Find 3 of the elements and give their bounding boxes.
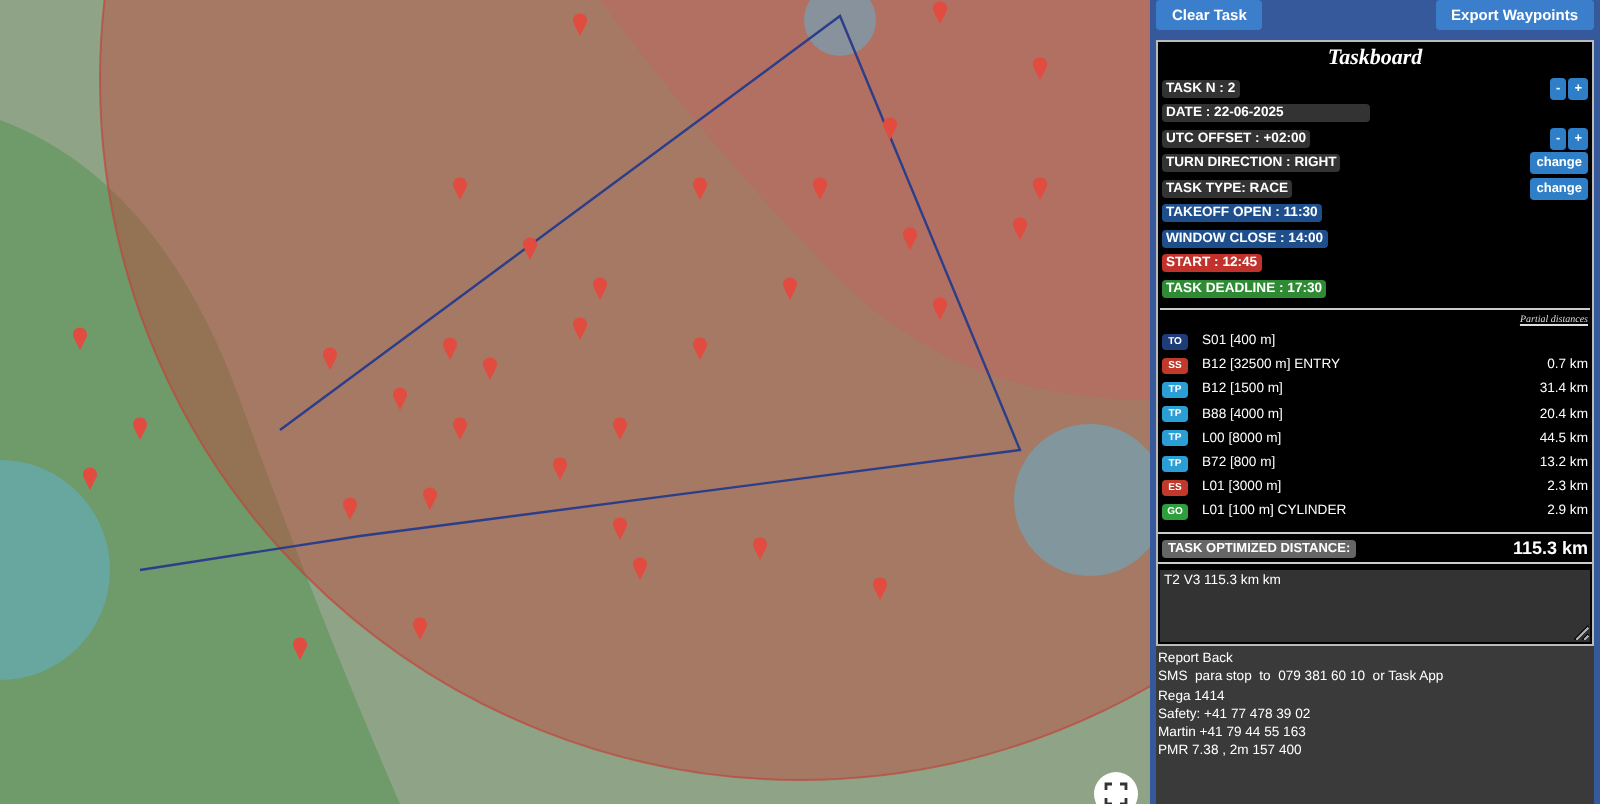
fullscreen-icon bbox=[1104, 782, 1128, 804]
taskboard-title: Taskboard bbox=[1325, 44, 1425, 74]
optimized-distance-value: 115.3 km bbox=[1512, 538, 1588, 558]
